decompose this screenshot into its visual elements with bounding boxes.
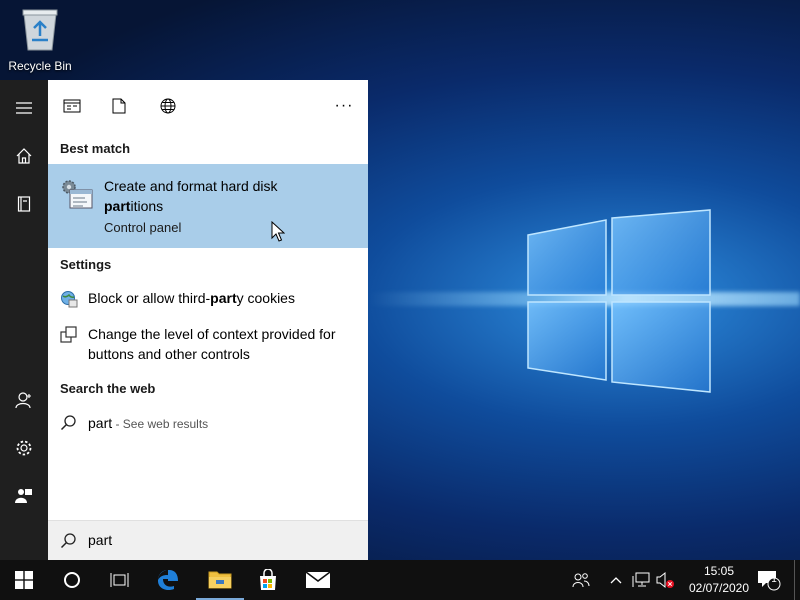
settings-result-context-label: Change the level of context provided for… — [88, 326, 336, 362]
network-icon — [632, 572, 650, 587]
search-web-heading: Search the web — [60, 381, 156, 396]
settings-icon — [16, 440, 32, 456]
settings-heading: Settings — [60, 257, 112, 272]
recycle-bin-shortcut[interactable]: Recycle Bin — [6, 6, 74, 73]
file-explorer-button[interactable] — [196, 560, 244, 600]
settings-result-cookies-label: Block or allow third-party cookies — [88, 290, 295, 306]
account-icon — [15, 392, 31, 409]
best-match-heading: Best match — [60, 141, 131, 156]
people-icon — [572, 573, 590, 588]
show-hidden-icons-button[interactable] — [606, 560, 626, 600]
cortana-button[interactable] — [48, 560, 96, 600]
mail-icon — [306, 572, 330, 588]
edge-browser-icon — [158, 570, 178, 591]
chevron-up-icon — [610, 577, 622, 584]
task-view-button[interactable] — [96, 560, 144, 600]
best-match-title: Create and format hard disk partitions — [104, 178, 278, 214]
clock-date: 02/07/2020 — [688, 581, 750, 595]
action-center-button[interactable]: 1 — [754, 560, 784, 600]
feedback-icon — [15, 489, 32, 503]
volume-muted-icon — [656, 571, 674, 589]
start-button[interactable] — [0, 560, 48, 600]
notebook-icon — [17, 196, 31, 212]
clock[interactable]: 15:05 02/07/2020 — [684, 563, 754, 597]
mouse-cursor — [271, 221, 285, 242]
web-filter-button[interactable] — [156, 94, 180, 118]
recycle-bin-label: Recycle Bin — [8, 59, 72, 73]
notification-count: 1 — [771, 574, 777, 585]
settings-result-cookies[interactable]: Block or allow third-party cookies — [48, 288, 368, 316]
account-button[interactable] — [0, 376, 48, 424]
search-results: Best match Create and format hard disk p… — [48, 132, 368, 520]
search-box[interactable]: part — [48, 520, 368, 560]
store-icon — [260, 569, 276, 590]
home-button[interactable] — [0, 132, 48, 180]
menu-button[interactable] — [0, 84, 48, 132]
start-rail — [0, 80, 48, 560]
volume-button[interactable] — [654, 560, 676, 600]
apps-filter-button[interactable] — [60, 94, 84, 118]
windows-logo-wallpaper — [527, 209, 711, 393]
clock-time: 15:05 — [703, 564, 735, 578]
store-button[interactable] — [244, 560, 292, 600]
mail-button[interactable] — [294, 560, 342, 600]
web-search-label: part - See web results — [88, 415, 209, 431]
document-icon — [112, 98, 126, 114]
feedback-button[interactable] — [0, 472, 48, 520]
search-icon — [60, 533, 76, 549]
more-options-button[interactable]: ··· — [332, 94, 356, 118]
internet-options-icon — [61, 291, 78, 308]
context-level-icon — [60, 326, 77, 343]
task-view-icon — [110, 573, 129, 587]
notebook-button[interactable] — [0, 180, 48, 228]
recycle-bin-icon — [22, 9, 58, 51]
apps-filter-icon — [63, 99, 81, 113]
best-match-subtitle: Control panel — [104, 220, 182, 235]
settings-result-context[interactable]: Change the level of context provided for… — [48, 324, 368, 368]
globe-icon — [160, 98, 176, 114]
show-desktop-button[interactable] — [794, 560, 800, 600]
taskbar: 15:05 02/07/2020 1 — [0, 560, 800, 600]
disk-management-icon — [62, 180, 93, 209]
cortana-icon — [64, 572, 80, 588]
edge-button[interactable] — [144, 560, 192, 600]
people-button[interactable] — [568, 560, 594, 600]
web-search-result[interactable]: part - See web results — [48, 412, 368, 436]
documents-filter-button[interactable] — [107, 94, 131, 118]
folder-icon — [208, 571, 232, 589]
search-filters-bar: ··· — [48, 80, 368, 132]
settings-button[interactable] — [0, 424, 48, 472]
search-input[interactable]: part — [88, 532, 112, 548]
menu-icon — [16, 102, 32, 114]
network-button[interactable] — [630, 560, 652, 600]
home-icon — [16, 148, 32, 164]
best-match-result[interactable]: Create and format hard disk partitions C… — [48, 164, 368, 248]
search-panel: ··· Best match Create and format hard di… — [48, 80, 368, 560]
windows-start-icon — [15, 571, 33, 589]
search-icon — [60, 415, 76, 431]
